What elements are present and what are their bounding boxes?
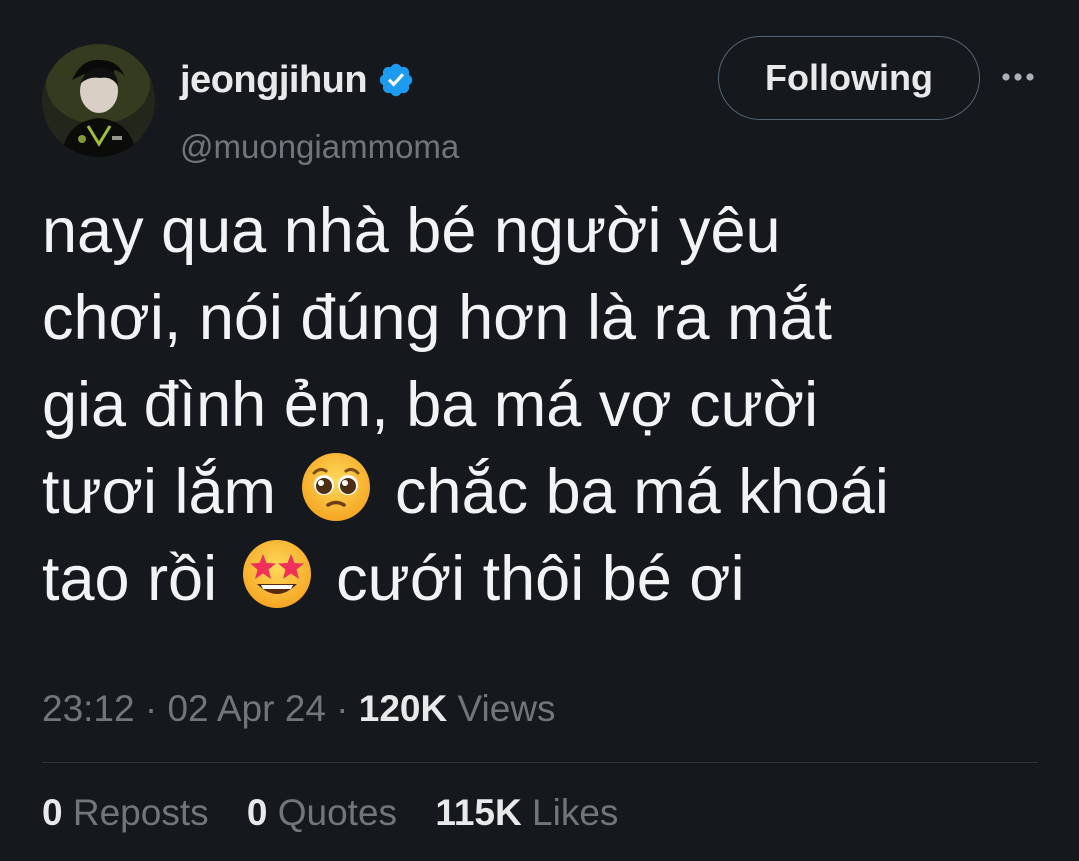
avatar[interactable] <box>42 44 155 157</box>
tweet-line: nay qua nhà bé người yêu <box>42 196 781 266</box>
tweet-text: nay qua nhà bé người yêu chơi, nói đúng … <box>42 188 1042 623</box>
tweet-date[interactable]: 02 Apr 24 <box>167 688 325 729</box>
likes-stat[interactable]: 115K Likes <box>435 792 618 834</box>
likes-count: 115K <box>435 792 522 833</box>
meta-separator: · <box>336 688 349 729</box>
more-options-icon[interactable] <box>998 62 1038 92</box>
reposts-stat[interactable]: 0 Reposts <box>42 792 209 834</box>
author-display-name[interactable]: jeongjihun <box>180 59 368 102</box>
tweet-line: gia đình ẻm, ba má vợ cười <box>42 370 819 440</box>
tweet-line: tươi lắm chắc ba má khoái <box>42 449 1042 536</box>
tweet-header: jeongjihun @muongiammoma Following <box>42 36 1042 166</box>
verified-badge-icon <box>377 61 415 99</box>
avatar-photo-icon <box>42 44 155 157</box>
tweet-line-segment: chắc ba má khoái <box>395 457 889 527</box>
author-handle[interactable]: @muongiammoma <box>180 128 459 166</box>
tweet-time[interactable]: 23:12 <box>42 688 135 729</box>
author-name-row: jeongjihun <box>180 58 415 102</box>
tweet-meta: 23:12 · 02 Apr 24 · 120K Views <box>42 688 556 730</box>
tweet-line-segment: cưới thôi bé ơi <box>336 544 745 614</box>
star-struck-emoji-icon <box>239 536 315 612</box>
quotes-stat[interactable]: 0 Quotes <box>247 792 397 834</box>
meta-separator: · <box>144 688 158 729</box>
views-label: Views <box>457 688 556 729</box>
tweet-line: tao rồi cưới thôi bé ơi <box>42 536 1042 623</box>
reposts-count: 0 <box>42 792 63 833</box>
reposts-label: Reposts <box>72 792 209 833</box>
likes-label: Likes <box>532 792 619 833</box>
tweet-line-segment: tươi lắm <box>42 457 277 527</box>
pleading-face-emoji-icon <box>298 449 374 525</box>
quotes-label: Quotes <box>277 792 398 833</box>
divider <box>42 762 1038 763</box>
tweet-stats: 0 Reposts 0 Quotes 115K Likes <box>42 792 646 834</box>
tweet-line: chơi, nói đúng hơn là ra mắt <box>42 283 833 353</box>
tweet-line-segment: tao rồi <box>42 544 218 614</box>
following-button[interactable]: Following <box>718 36 980 120</box>
views-count: 120K <box>358 688 448 729</box>
quotes-count: 0 <box>246 792 268 833</box>
